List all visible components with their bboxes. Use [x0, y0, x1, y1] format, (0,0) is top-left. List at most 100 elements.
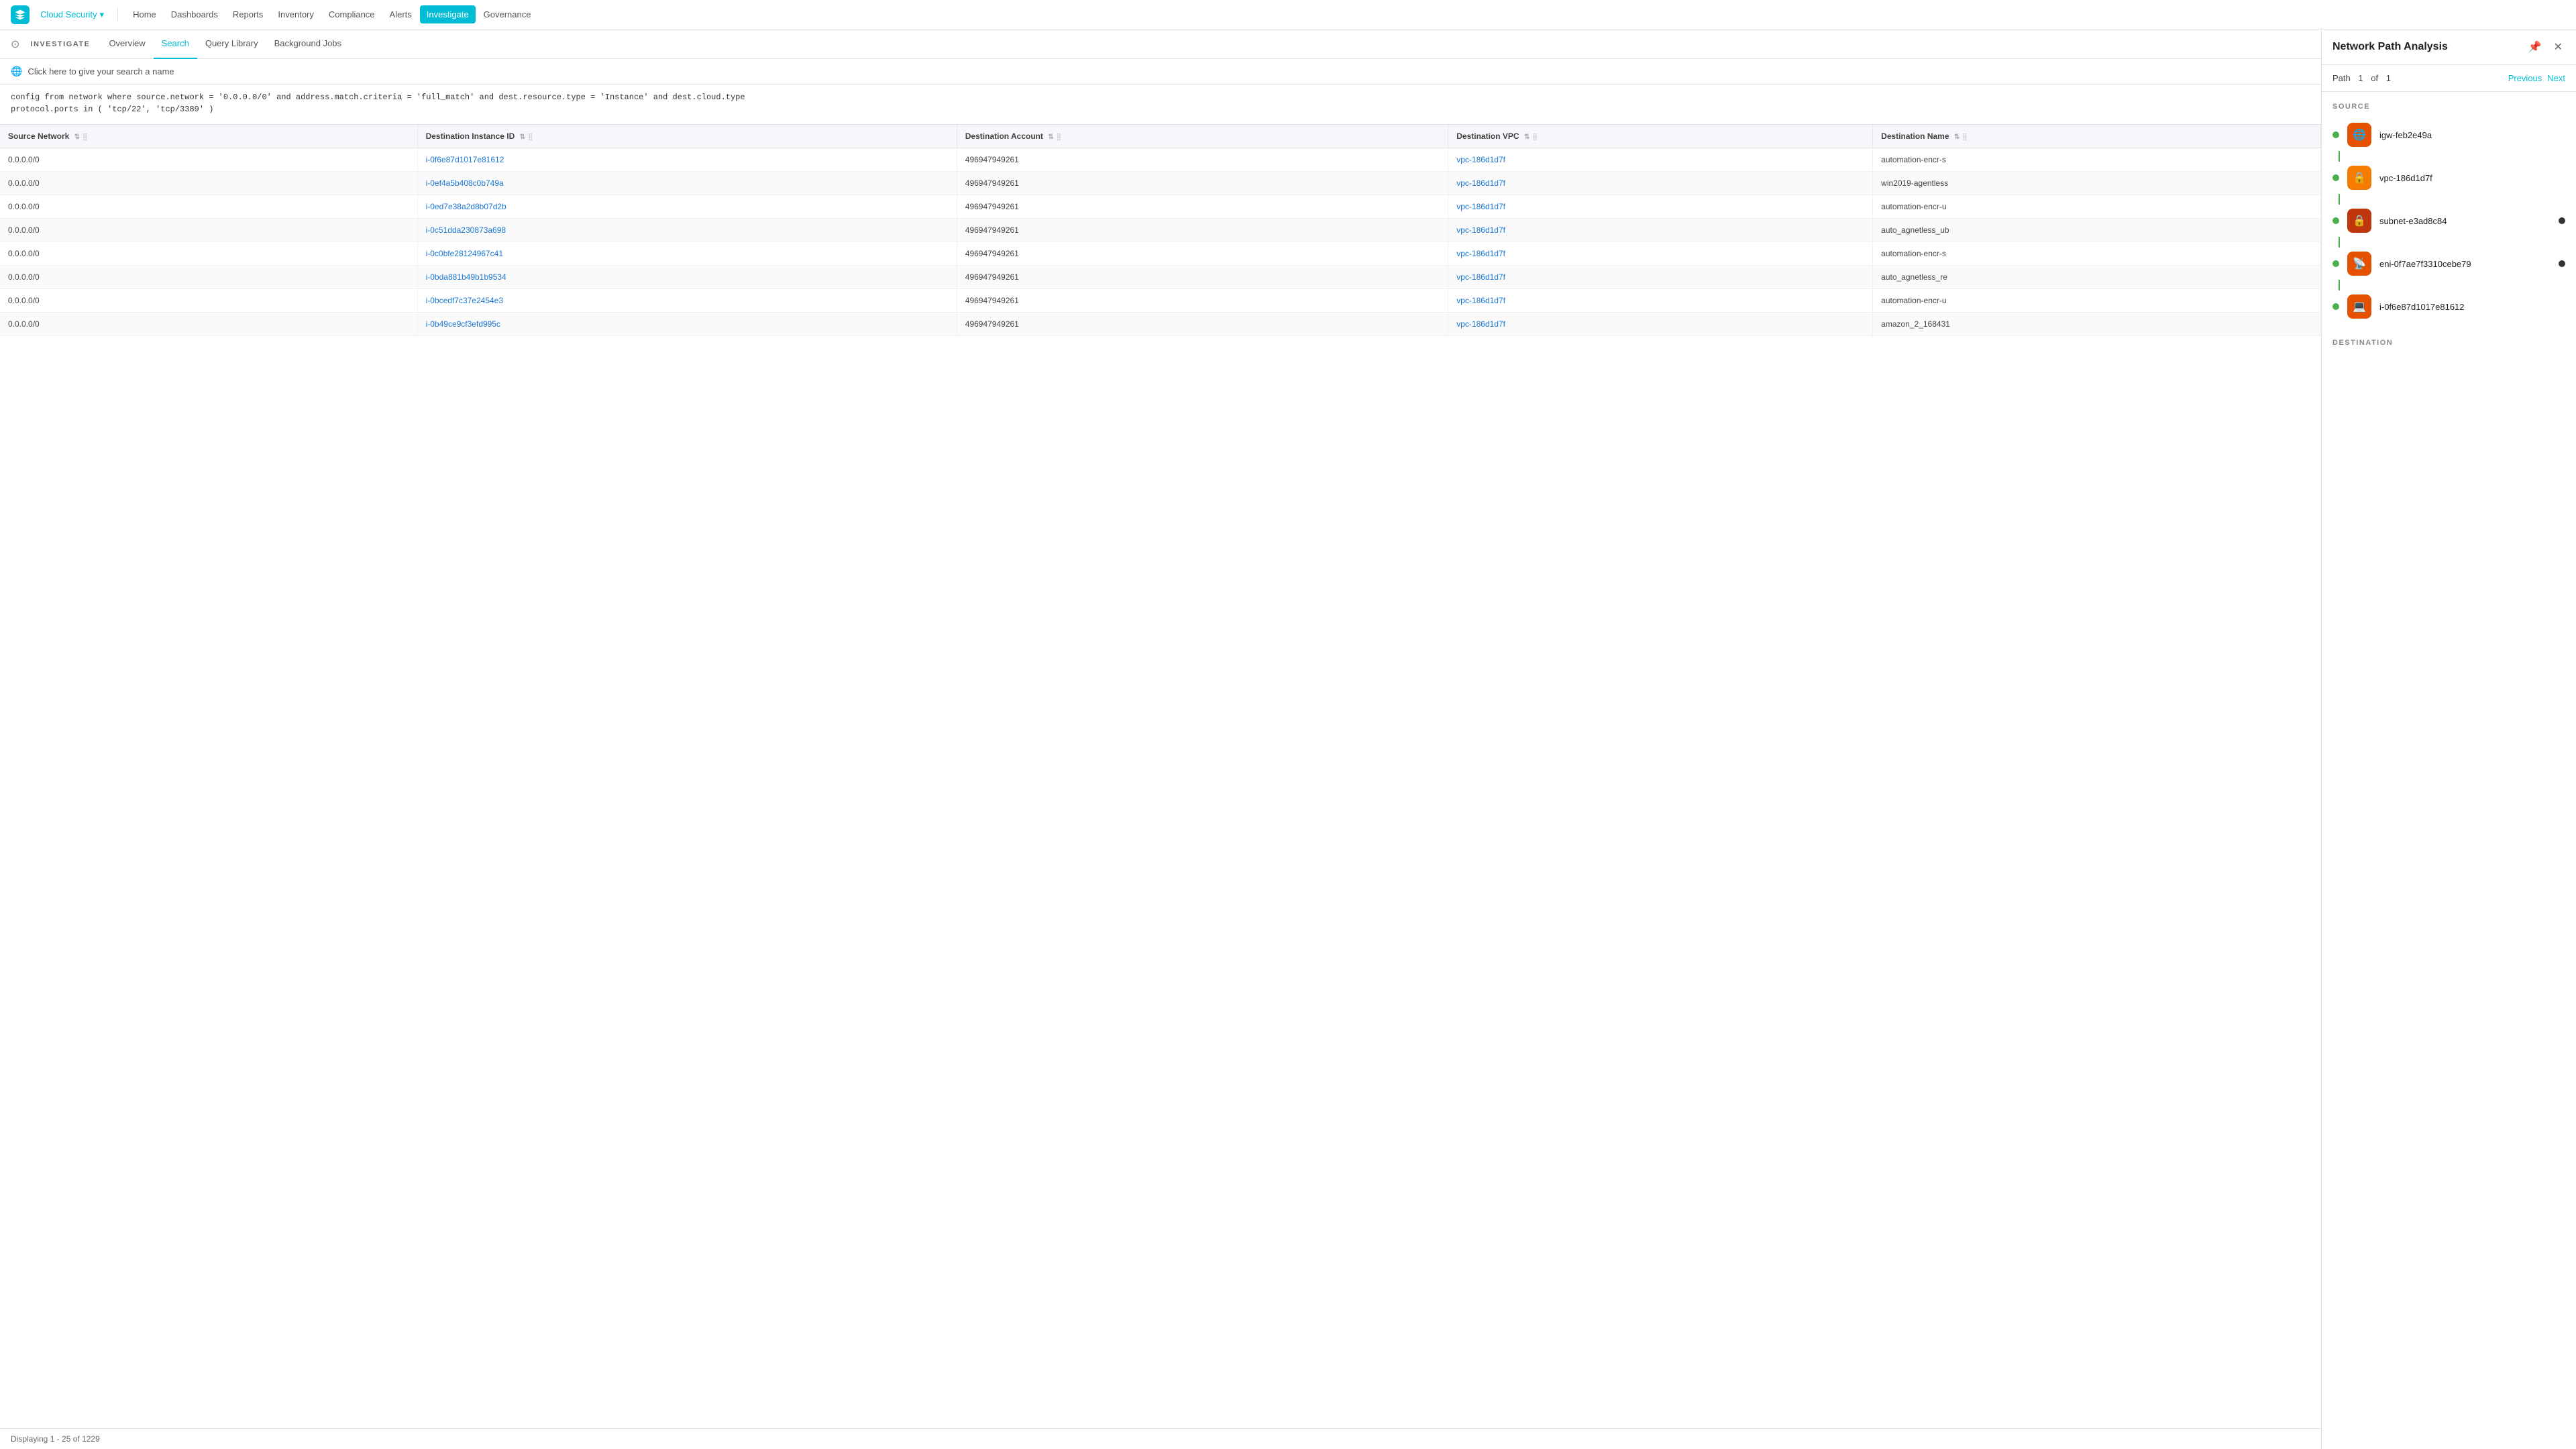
table-cell-source_network: 0.0.0.0/0 [0, 172, 417, 195]
table-cell-dest_instance_id[interactable]: i-0bcedf7c37e2454e3 [417, 289, 957, 313]
tab-overview[interactable]: Overview [101, 30, 153, 59]
search-name-input[interactable]: Click here to give your search a name [28, 66, 174, 76]
table-cell-dest_instance_id[interactable]: i-0b49ce9cf3efd995c [417, 313, 957, 336]
nav-item-reports[interactable]: Reports [226, 5, 270, 23]
nav-item-inventory[interactable]: Inventory [271, 5, 320, 23]
table-cell-dest_name: automation-encr-u [1873, 289, 2321, 313]
node-icon-eni: 📡 [2347, 252, 2371, 276]
table-row: 0.0.0.0/0i-0ef4a5b408c0b749a496947949261… [0, 172, 2321, 195]
cloud-security-button[interactable]: Cloud Security ▾ [35, 7, 109, 23]
investigate-bar: ⊙ INVESTIGATE OverviewSearchQuery Librar… [0, 30, 2321, 59]
col-header-dest_name[interactable]: Destination Name ⇅⣿ [1873, 125, 2321, 148]
node-connector-line-2 [2339, 237, 2340, 248]
col-header-dest_vpc[interactable]: Destination VPC ⇅⣿ [1448, 125, 1873, 148]
table-cell-source_network: 0.0.0.0/0 [0, 219, 417, 242]
network-path-panel: Network Path Analysis 📌 ✕ Path 1 of 1 Pr… [2321, 30, 2576, 1449]
node-dot-1 [2332, 174, 2339, 181]
nav-item-governance[interactable]: Governance [477, 5, 538, 23]
path-navigation: Path 1 of 1 Previous Next [2322, 65, 2576, 92]
table-cell-dest_vpc[interactable]: vpc-186d1d7f [1448, 195, 1873, 219]
table-cell-dest_instance_id[interactable]: i-0c51dda230873a698 [417, 219, 957, 242]
tab-query-library[interactable]: Query Library [197, 30, 266, 59]
table-cell-dest_account: 496947949261 [957, 266, 1448, 289]
node-icon-subnet: 🔒 [2347, 209, 2371, 233]
nav-item-home[interactable]: Home [126, 5, 163, 23]
panel-header: Network Path Analysis 📌 ✕ [2322, 30, 2576, 65]
query-box[interactable]: config from network where source.network… [0, 85, 2321, 125]
table-cell-dest_instance_id[interactable]: i-0f6e87d1017e81612 [417, 148, 957, 172]
table-cell-dest_instance_id[interactable]: i-0c0bfe28124967c41 [417, 242, 957, 266]
table-cell-dest_vpc[interactable]: vpc-186d1d7f [1448, 148, 1873, 172]
table-cell-source_network: 0.0.0.0/0 [0, 195, 417, 219]
panel-title: Network Path Analysis [2332, 41, 2448, 53]
table-cell-dest_vpc[interactable]: vpc-186d1d7f [1448, 242, 1873, 266]
node-connector-line-3 [2339, 280, 2340, 290]
table-cell-dest_account: 496947949261 [957, 289, 1448, 313]
table-header-row: Source Network ⇅⣿Destination Instance ID… [0, 125, 2321, 148]
previous-button[interactable]: Previous [2508, 73, 2542, 83]
globe-icon: 🌐 [11, 66, 22, 77]
nav-item-alerts[interactable]: Alerts [383, 5, 419, 23]
next-button[interactable]: Next [2547, 73, 2565, 83]
table-cell-dest_instance_id[interactable]: i-0bda881b49b1b9534 [417, 266, 957, 289]
node-name-4: i-0f6e87d1017e81612 [2379, 302, 2465, 312]
destination-label: DESTINATION [2332, 339, 2565, 347]
table-cell-dest_vpc[interactable]: vpc-186d1d7f [1448, 266, 1873, 289]
table-cell-dest_vpc[interactable]: vpc-186d1d7f [1448, 172, 1873, 195]
table-cell-dest_vpc[interactable]: vpc-186d1d7f [1448, 219, 1873, 242]
path-label: Path [2332, 73, 2351, 83]
table-cell-dest_instance_id[interactable]: i-0ed7e38a2d8b07d2b [417, 195, 957, 219]
table-cell-dest_name: win2019-agentless [1873, 172, 2321, 195]
table-row: 0.0.0.0/0i-0bcedf7c37e2454e3496947949261… [0, 289, 2321, 313]
path-node-3[interactable]: 📡eni-0f7ae7f3310cebe79 [2332, 248, 2565, 280]
path-node-4[interactable]: 💻i-0f6e87d1017e81612 [2332, 290, 2565, 323]
tab-search[interactable]: Search [154, 30, 197, 59]
table-body: 0.0.0.0/0i-0f6e87d1017e81612496947949261… [0, 148, 2321, 336]
pin-button[interactable]: 📌 [2526, 39, 2544, 55]
table-cell-dest_instance_id[interactable]: i-0ef4a5b408c0b749a [417, 172, 957, 195]
table-row: 0.0.0.0/0i-0ed7e38a2d8b07d2b496947949261… [0, 195, 2321, 219]
results-table: Source Network ⇅⣿Destination Instance ID… [0, 125, 2321, 336]
node-dot-3 [2332, 260, 2339, 267]
nav-item-compliance[interactable]: Compliance [322, 5, 382, 23]
path-nodes: 🌐igw-feb2e49a🔒vpc-186d1d7f🔒subnet-e3ad8c… [2332, 119, 2565, 323]
nav-items: HomeDashboardsReportsInventoryCompliance… [126, 5, 537, 23]
status-text: Displaying 1 - 25 of 1229 [11, 1434, 100, 1444]
search-name-bar: 🌐 Click here to give your search a name [0, 59, 2321, 85]
investigate-search-icon: ⊙ [11, 38, 19, 51]
table-row: 0.0.0.0/0i-0c0bfe28124967c41496947949261… [0, 242, 2321, 266]
status-bar: Displaying 1 - 25 of 1229 [0, 1428, 2321, 1449]
table-row: 0.0.0.0/0i-0bda881b49b1b9534496947949261… [0, 266, 2321, 289]
table-cell-source_network: 0.0.0.0/0 [0, 313, 417, 336]
col-header-dest_instance_id[interactable]: Destination Instance ID ⇅⣿ [417, 125, 957, 148]
nav-item-dashboards[interactable]: Dashboards [164, 5, 225, 23]
node-icon-igw: 🌐 [2347, 123, 2371, 147]
node-name-0: igw-feb2e49a [2379, 130, 2432, 140]
node-name-1: vpc-186d1d7f [2379, 173, 2432, 183]
investigate-label: INVESTIGATE [30, 40, 90, 48]
path-node-0[interactable]: 🌐 igw-feb2e49a [2332, 119, 2565, 151]
table-cell-source_network: 0.0.0.0/0 [0, 266, 417, 289]
table-cell-dest_name: automation-encr-s [1873, 242, 2321, 266]
nav-separator [117, 8, 118, 21]
col-header-source_network[interactable]: Source Network ⇅⣿ [0, 125, 417, 148]
path-node-2[interactable]: 🔒subnet-e3ad8c84 [2332, 205, 2565, 237]
node-connector-line-1 [2339, 194, 2340, 205]
table-cell-dest_name: automation-encr-s [1873, 148, 2321, 172]
col-header-dest_account[interactable]: Destination Account ⇅⣿ [957, 125, 1448, 148]
table-cell-dest_name: auto_agnetless_ub [1873, 219, 2321, 242]
node-black-dot-3 [2559, 260, 2565, 267]
nav-item-investigate[interactable]: Investigate [420, 5, 476, 23]
path-node-1[interactable]: 🔒vpc-186d1d7f [2332, 162, 2565, 194]
left-panel: ⊙ INVESTIGATE OverviewSearchQuery Librar… [0, 30, 2321, 1449]
table-cell-dest_vpc[interactable]: vpc-186d1d7f [1448, 289, 1873, 313]
node-dot-2 [2332, 217, 2339, 224]
path-nav-buttons: Previous Next [2508, 73, 2565, 83]
close-button[interactable]: ✕ [2551, 39, 2565, 55]
table-cell-dest_account: 496947949261 [957, 242, 1448, 266]
path-total: 1 [2383, 73, 2391, 83]
table-cell-dest_vpc[interactable]: vpc-186d1d7f [1448, 313, 1873, 336]
tab-background-jobs[interactable]: Background Jobs [266, 30, 350, 59]
table-cell-dest_account: 496947949261 [957, 313, 1448, 336]
app-logo [11, 5, 30, 24]
